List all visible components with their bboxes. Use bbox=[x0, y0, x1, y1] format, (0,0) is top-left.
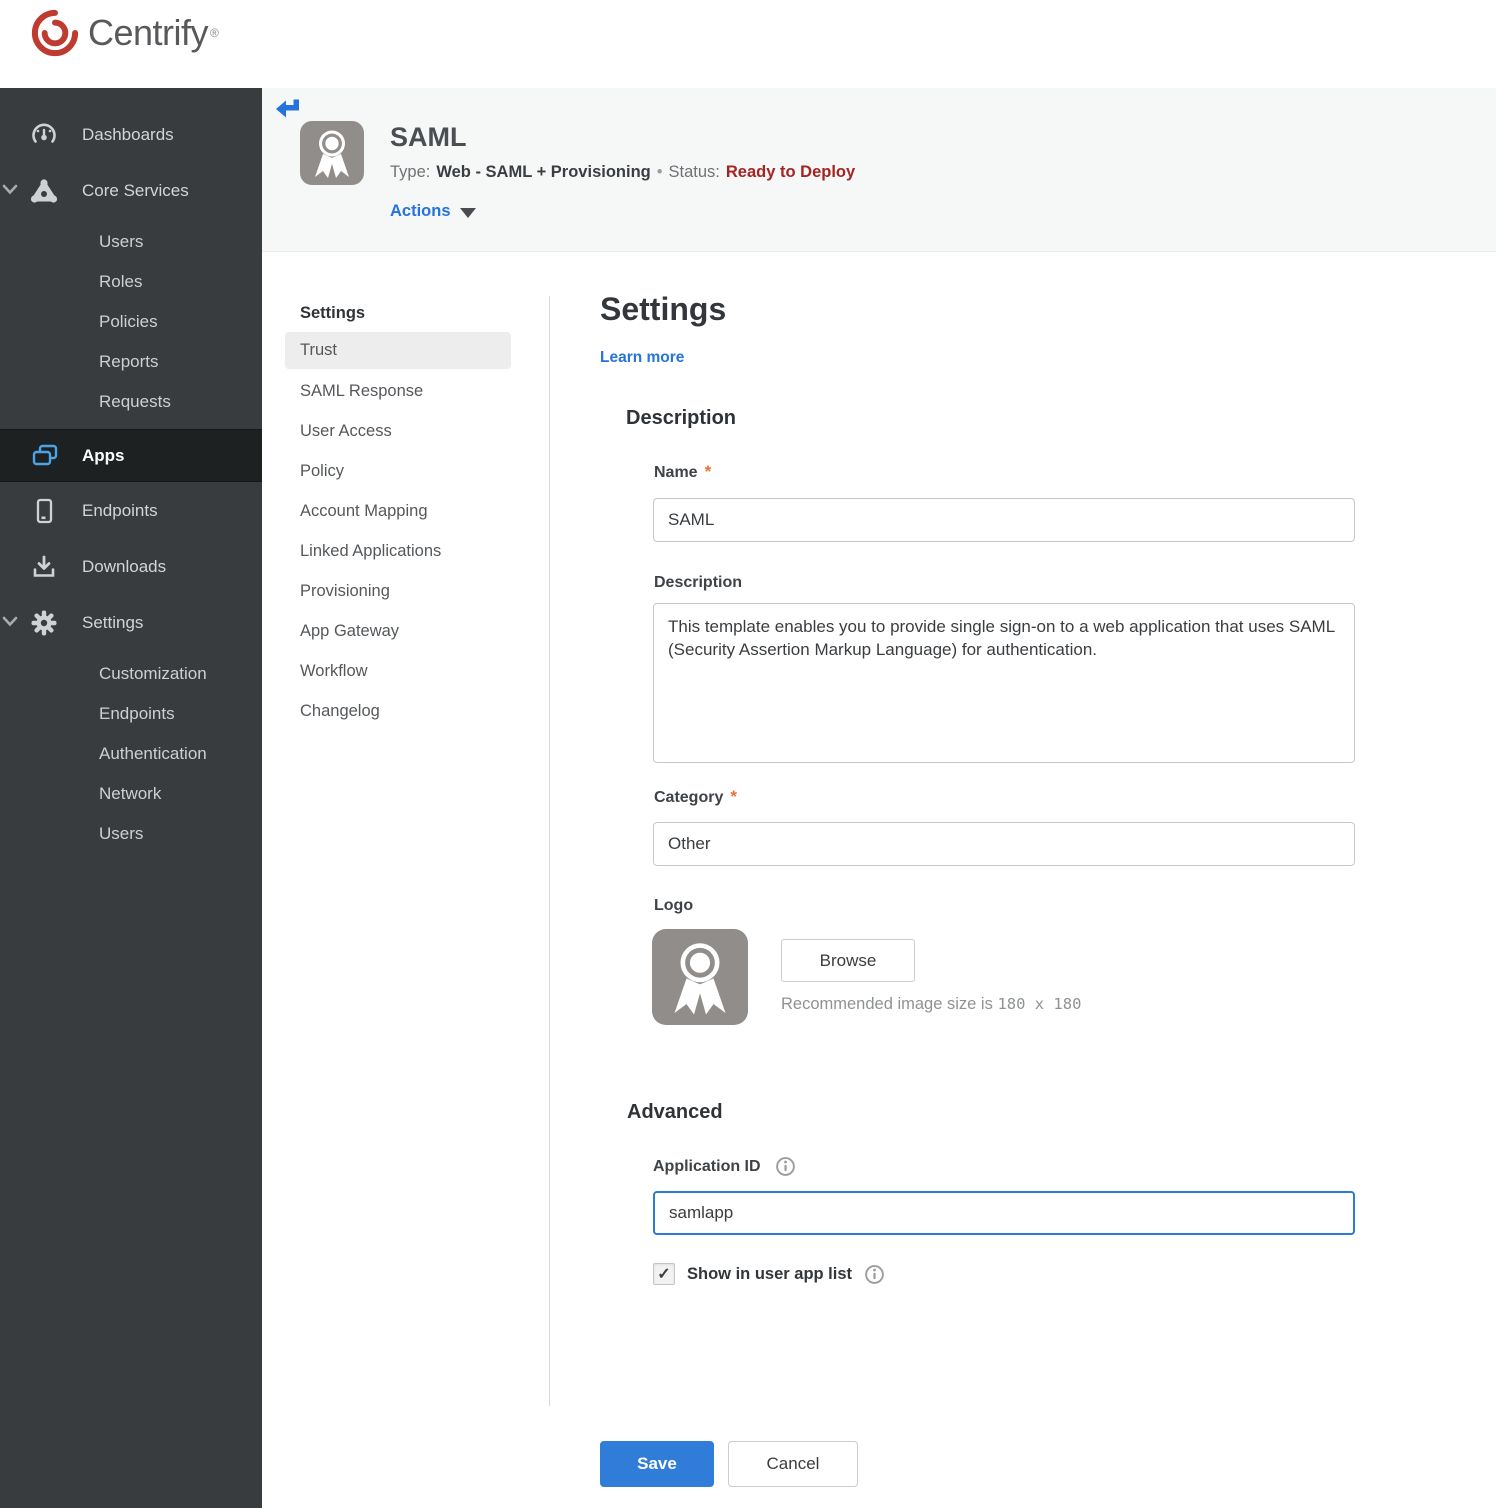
brand-name: Centrify bbox=[88, 12, 209, 53]
sidebar-item-downloads[interactable]: Downloads bbox=[0, 544, 262, 590]
award-ribbon-icon bbox=[315, 130, 349, 178]
show-in-user-app-list-checkbox[interactable]: ✓ bbox=[653, 1263, 675, 1285]
actions-dropdown-icon bbox=[459, 207, 476, 218]
award-ribbon-icon bbox=[674, 943, 726, 1015]
subnav-item-workflow[interactable]: Workflow bbox=[285, 651, 511, 691]
subnav-item-linked-applications[interactable]: Linked Applications bbox=[285, 531, 511, 571]
registered-mark: ® bbox=[210, 26, 219, 40]
type-value: Web - SAML + Provisioning bbox=[436, 163, 651, 181]
category-label: Category * bbox=[654, 787, 737, 806]
subnav-item-trust[interactable]: Trust bbox=[285, 332, 511, 369]
core-services-icon bbox=[30, 179, 58, 203]
sidebar-item-policies[interactable]: Policies bbox=[0, 302, 262, 342]
sidebar-item-apps[interactable]: Apps bbox=[0, 429, 262, 482]
logo-size-hint: Recommended image size is 180 x 180 bbox=[781, 995, 1082, 1013]
page-title: Settings bbox=[600, 291, 727, 327]
apps-icon bbox=[32, 444, 58, 465]
sidebar-item-requests[interactable]: Requests bbox=[0, 382, 262, 422]
logo-preview bbox=[652, 929, 748, 1025]
description-label: Description bbox=[654, 574, 743, 591]
app-meta-line: Type: Web - SAML + Provisioning • Status… bbox=[390, 163, 855, 182]
application-id-label: Application ID bbox=[653, 1157, 761, 1175]
subnav-item-user-access[interactable]: User Access bbox=[285, 411, 511, 451]
content-divider bbox=[549, 296, 550, 1406]
download-icon bbox=[33, 555, 55, 577]
subnav-item-account-mapping[interactable]: Account Mapping bbox=[285, 491, 511, 531]
info-icon[interactable] bbox=[864, 1264, 885, 1285]
application-id-field[interactable] bbox=[653, 1191, 1355, 1235]
status-label: Status: bbox=[668, 163, 720, 181]
subnav-item-provisioning[interactable]: Provisioning bbox=[285, 571, 511, 611]
app-logo bbox=[300, 121, 364, 185]
subnav-item-app-gateway[interactable]: App Gateway bbox=[285, 611, 511, 651]
sidebar-item-network[interactable]: Network bbox=[0, 774, 262, 814]
top-bar: Centrify ® bbox=[0, 0, 1496, 88]
sidebar: Dashboards Core Services Users Roles Pol… bbox=[0, 88, 262, 1508]
gear-icon bbox=[31, 610, 57, 636]
app-settings-subnav: Settings Trust SAML Response User Access… bbox=[285, 296, 511, 731]
subnav-header: Settings bbox=[300, 303, 366, 322]
info-icon[interactable] bbox=[775, 1156, 796, 1177]
sidebar-item-dashboards[interactable]: Dashboards bbox=[0, 112, 262, 158]
sidebar-item-core-services[interactable]: Core Services bbox=[0, 168, 262, 214]
status-value: Ready to Deploy bbox=[725, 163, 856, 181]
browse-button[interactable]: Browse bbox=[781, 939, 915, 982]
logo-size-value: 180 x 180 bbox=[997, 995, 1082, 1013]
subnav-item-policy[interactable]: Policy bbox=[285, 451, 511, 491]
cancel-button[interactable]: Cancel bbox=[728, 1441, 858, 1487]
type-label: Type: bbox=[390, 163, 431, 181]
actions-menu-button[interactable]: Actions bbox=[390, 202, 476, 221]
advanced-section-heading: Advanced bbox=[627, 1101, 723, 1123]
meta-separator: • bbox=[656, 163, 663, 181]
endpoints-icon bbox=[36, 498, 53, 524]
centrify-logo-icon bbox=[31, 9, 79, 57]
subnav-item-changelog[interactable]: Changelog bbox=[285, 691, 511, 731]
sidebar-item-endpoints[interactable]: Endpoints bbox=[0, 488, 262, 534]
required-marker: * bbox=[704, 462, 712, 481]
name-label: Name * bbox=[654, 462, 712, 481]
subnav-item-saml-response[interactable]: SAML Response bbox=[285, 371, 511, 411]
dashboard-icon bbox=[32, 123, 56, 143]
learn-more-link[interactable]: Learn more bbox=[600, 349, 684, 367]
show-in-user-app-list-row: ✓ Show in user app list bbox=[653, 1263, 885, 1285]
brand-logo: Centrify ® bbox=[30, 8, 219, 58]
sidebar-item-settings[interactable]: Settings bbox=[0, 600, 262, 646]
logo-label: Logo bbox=[654, 897, 694, 914]
save-button[interactable]: Save bbox=[600, 1441, 714, 1487]
sidebar-item-endpoints-settings[interactable]: Endpoints bbox=[0, 694, 262, 734]
back-arrow-icon[interactable] bbox=[274, 97, 301, 120]
category-field[interactable] bbox=[653, 822, 1355, 866]
sidebar-item-authentication[interactable]: Authentication bbox=[0, 734, 262, 774]
sidebar-item-customization[interactable]: Customization bbox=[0, 654, 262, 694]
sidebar-item-users-settings[interactable]: Users bbox=[0, 814, 262, 854]
sidebar-item-roles[interactable]: Roles bbox=[0, 262, 262, 302]
name-field[interactable] bbox=[653, 498, 1355, 542]
description-field[interactable]: This template enables you to provide sin… bbox=[653, 603, 1355, 763]
sidebar-item-users[interactable]: Users bbox=[0, 222, 262, 262]
app-title: SAML bbox=[390, 122, 467, 152]
sidebar-item-reports[interactable]: Reports bbox=[0, 342, 262, 382]
application-id-label-row: Application ID bbox=[653, 1156, 796, 1177]
required-marker: * bbox=[730, 787, 737, 806]
show-in-user-app-list-label: Show in user app list bbox=[687, 1264, 853, 1283]
description-section-heading: Description bbox=[626, 407, 737, 429]
